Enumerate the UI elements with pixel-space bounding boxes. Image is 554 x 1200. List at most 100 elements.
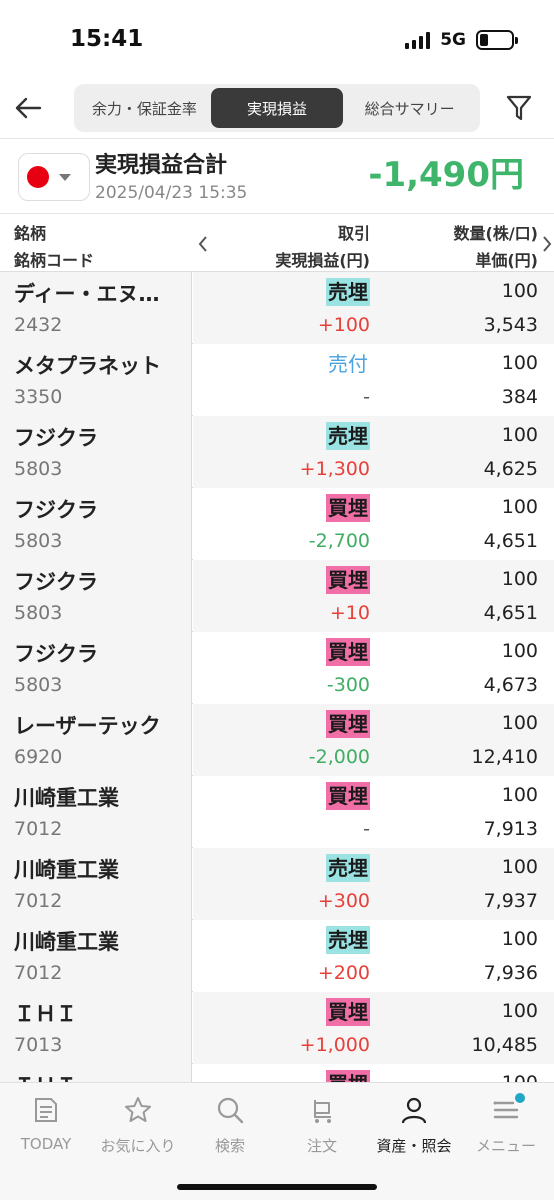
nav-label: メニュー [475,1137,536,1155]
stock-code: 6920 [14,746,63,768]
detail-cell: 売埋 +100 100 3,543 [193,272,554,344]
nav-favorites[interactable]: お気に入り [92,1093,184,1156]
stock-name: 川崎重工業 [14,930,119,954]
tab-realized-pl[interactable]: 実現損益 [210,88,344,128]
stock-code: 3350 [14,386,63,408]
unit-price: 7,913 [483,818,538,840]
realized-pl: +1,300 [299,458,370,480]
stock-code: 5803 [14,602,63,624]
signal-icon [405,31,431,49]
table-row[interactable]: フジクラ 5803 買埋 -2,700 100 4,651 [0,488,554,560]
stock-name: フジクラ [14,642,98,666]
name-cell: 川崎重工業 7012 [0,920,192,992]
quantity: 100 [501,640,538,662]
unit-price: 4,673 [483,674,538,696]
realized-pl: +1,000 [299,1034,370,1056]
trade-type-badge: 買埋 [326,566,370,594]
network-label: 5G [440,30,466,50]
star-icon [121,1093,155,1127]
chevron-down-icon [59,173,71,181]
quantity: 100 [501,856,538,878]
name-cell: ＩＨＩ 7013 [0,992,192,1064]
person-icon [397,1093,431,1127]
quantity: 100 [501,928,538,950]
nav-today[interactable]: TODAY [0,1093,92,1153]
table-row[interactable]: 川崎重工業 7012 買埋 - 100 7,913 [0,776,554,848]
trade-type-badge: 売埋 [326,278,370,306]
detail-cell: 売埋 +300 100 7,937 [193,848,554,920]
status-indicators: 5G [405,30,518,50]
name-cell: レーザーテック 6920 [0,704,192,776]
tab-summary[interactable]: 総合サマリー [343,88,476,128]
trade-list: ディー・エヌ… 2432 売埋 +100 100 3,543 メタプラネット 3350 売付 - 1… [0,272,554,1136]
realized-pl: -2,000 [308,746,370,768]
nav-assets[interactable]: 資産・照会 [368,1093,460,1156]
name-cell: 川崎重工業 7012 [0,776,192,848]
stock-name: フジクラ [14,498,98,522]
chevron-right-icon [543,236,552,252]
market-selector[interactable] [18,153,90,201]
nav-search[interactable]: 検索 [184,1093,276,1156]
search-icon [213,1093,247,1127]
nav-order[interactable]: 注文 [276,1093,368,1156]
stock-code: 7012 [14,818,63,840]
stock-name: 川崎重工業 [14,858,119,882]
realized-pl: -2,700 [308,530,370,552]
summary-title: 実現損益合計 [95,153,228,178]
detail-cell: 売埋 +1,300 100 4,625 [193,416,554,488]
stock-code: 5803 [14,674,63,696]
unit-price: 12,410 [471,746,538,768]
stock-name: フジクラ [14,570,98,594]
summary-datetime: 2025/04/23 15:35 [95,183,248,203]
battery-icon [476,30,518,50]
nav-label: 検索 [214,1137,245,1155]
tab-margin[interactable]: 余力・保証金率 [78,88,211,128]
table-row[interactable]: メタプラネット 3350 売付 - 100 384 [0,344,554,416]
trade-type-badge: 買埋 [326,494,370,522]
header-name: 銘柄 [14,224,47,243]
summary-total-value: -1,490円 [368,155,524,195]
chevron-left-icon [198,236,207,252]
stock-code: 5803 [14,458,63,480]
name-cell: フジクラ 5803 [0,488,192,560]
unit-price: 4,651 [483,530,538,552]
name-cell: 川崎重工業 7012 [0,848,192,920]
filter-button[interactable] [502,88,536,128]
name-cell: フジクラ 5803 [0,416,192,488]
quantity: 100 [501,424,538,446]
table-row[interactable]: フジクラ 5803 売埋 +1,300 100 4,625 [0,416,554,488]
table-row[interactable]: レーザーテック 6920 買埋 -2,000 100 12,410 [0,704,554,776]
unit-price: 4,651 [483,602,538,624]
next-columns-button[interactable] [540,234,554,254]
stock-code: 7012 [14,890,63,912]
back-button[interactable] [10,88,46,128]
top-nav: 余力・保証金率 実現損益 総合サマリー [0,82,554,138]
japan-flag-icon [27,166,49,188]
nav-label: 注文 [306,1137,337,1155]
stock-code: 7013 [14,1034,63,1056]
stock-name: フジクラ [14,426,98,450]
table-row[interactable]: 川崎重工業 7012 売埋 +200 100 7,936 [0,920,554,992]
table-row[interactable]: 川崎重工業 7012 売埋 +300 100 7,937 [0,848,554,920]
stock-name: レーザーテック [14,714,161,738]
detail-cell: 買埋 - 100 7,913 [193,776,554,848]
nav-label: お気に入り [100,1137,176,1155]
detail-cell: 買埋 -2,000 100 12,410 [193,704,554,776]
notification-badge-icon [515,1093,525,1103]
status-bar: 15:41 5G [0,0,554,80]
prev-columns-button[interactable] [196,234,210,254]
table-row[interactable]: ディー・エヌ… 2432 売埋 +100 100 3,543 [0,272,554,344]
name-cell: メタプラネット 3350 [0,344,192,416]
nav-label: TODAY [20,1135,72,1153]
name-cell: フジクラ 5803 [0,632,192,704]
quantity: 100 [501,352,538,374]
nav-menu[interactable]: メニュー [460,1093,552,1156]
table-row[interactable]: フジクラ 5803 買埋 +10 100 4,651 [0,560,554,632]
quantity: 100 [501,784,538,806]
header-price: 単価(円) [475,251,538,270]
header-qty: 数量(株/口) [453,224,538,243]
table-row[interactable]: フジクラ 5803 買埋 -300 100 4,673 [0,632,554,704]
table-row[interactable]: ＩＨＩ 7013 買埋 +1,000 100 10,485 [0,992,554,1064]
trade-type-badge: 買埋 [326,998,370,1026]
quantity: 100 [501,496,538,518]
